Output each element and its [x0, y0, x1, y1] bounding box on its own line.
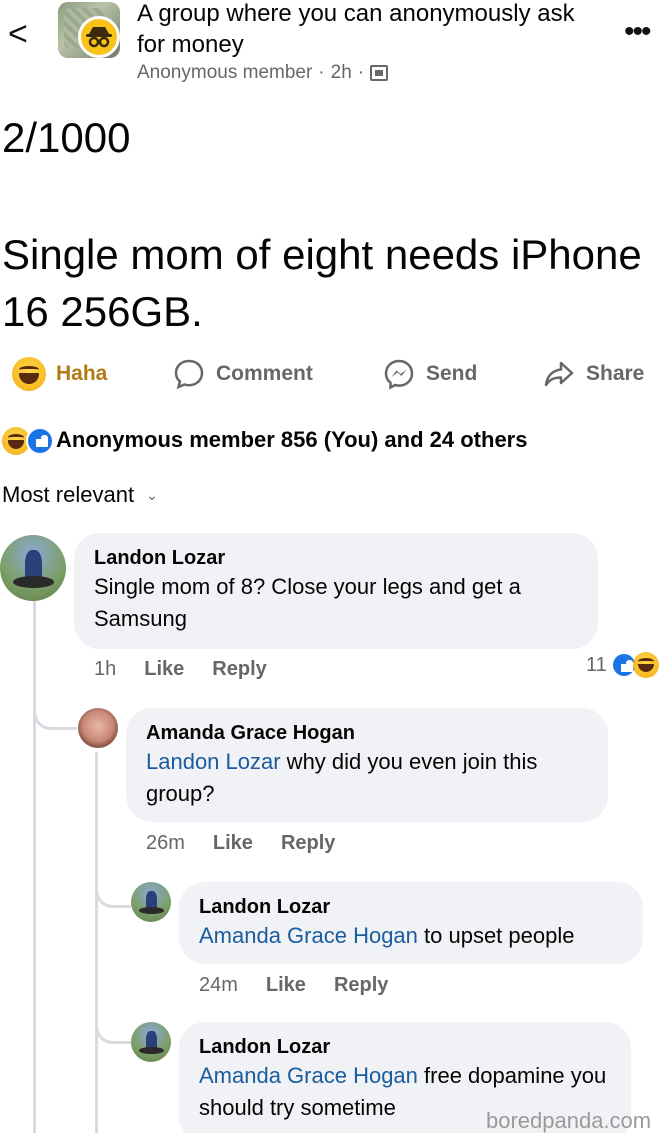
comment-sort-dropdown[interactable]: Most relevant ⌄ — [2, 482, 158, 508]
post-meta: Anonymous member · 2h · — [137, 62, 389, 84]
anonymous-icon — [78, 16, 120, 58]
share-icon — [544, 361, 574, 387]
group-name-link[interactable]: A group where you can anonymously ask fo… — [137, 0, 597, 60]
like-button[interactable]: Like — [266, 974, 306, 997]
mention-link[interactable]: Amanda Grace Hogan — [199, 923, 418, 948]
post-header: < A group where you can anonymously ask … — [0, 0, 666, 100]
avatar[interactable] — [0, 535, 66, 601]
commenter-name[interactable]: Landon Lozar — [199, 1034, 611, 1060]
avatar-bike — [139, 1046, 164, 1054]
reaction-icons — [0, 425, 56, 455]
send-button[interactable]: Send — [382, 352, 477, 396]
comment-bubble: Landon Lozar Amanda Grace Hogan to upset… — [179, 882, 643, 964]
post-count-text: 2/1000 — [2, 114, 131, 161]
comment-actions: 26m Like Reply — [146, 832, 335, 855]
watermark: boredpanda.com — [486, 1108, 652, 1133]
like-icon — [26, 427, 54, 455]
post-action-bar: Haha Comment Send Share — [0, 352, 666, 396]
mention-link[interactable]: Amanda Grace Hogan — [199, 1063, 418, 1088]
thread-elbow — [95, 1004, 131, 1044]
comment-time[interactable]: 24m — [199, 974, 238, 997]
group-icon — [370, 65, 389, 81]
thread-elbow — [95, 868, 131, 908]
more-options-button[interactable]: ••• — [624, 17, 651, 47]
avatar[interactable] — [78, 708, 118, 748]
comment-time[interactable]: 26m — [146, 832, 185, 855]
mention-link[interactable]: Landon Lozar — [146, 749, 281, 774]
post-text: Single mom of eight needs iPhone 16 256G… — [2, 231, 642, 335]
comment-reactions[interactable]: 11 — [586, 652, 659, 678]
author-name[interactable]: Anonymous member — [137, 62, 312, 84]
share-label: Share — [586, 362, 645, 385]
messenger-icon — [384, 359, 414, 390]
avatar-bike — [13, 575, 55, 588]
haha-icon — [12, 357, 46, 391]
comment-button[interactable]: Comment — [172, 352, 313, 396]
back-button[interactable]: < — [8, 14, 36, 54]
commenter-name[interactable]: Landon Lozar — [199, 894, 623, 920]
avatar[interactable] — [131, 1022, 171, 1062]
comment-icon — [174, 359, 204, 390]
haha-label: Haha — [56, 362, 108, 385]
chevron-down-icon: ⌄ — [146, 486, 158, 503]
thread-elbow — [33, 690, 77, 730]
thread-line-nested — [95, 752, 98, 1133]
comment-time[interactable]: 1h — [94, 658, 116, 681]
comment-text: Amanda Grace Hogan to upset people — [199, 920, 623, 952]
comment-text: Single mom of 8? Close your legs and get… — [94, 574, 521, 631]
comment-bubble: Landon Lozar Single mom of 8? Close your… — [74, 533, 598, 649]
post-time[interactable]: 2h — [331, 62, 352, 84]
reply-button[interactable]: Reply — [212, 658, 266, 681]
avatar-bike — [139, 906, 164, 914]
meta-separator: · — [318, 62, 325, 83]
like-button[interactable]: Like — [213, 832, 253, 855]
reply-button[interactable]: Reply — [334, 974, 388, 997]
commenter-name[interactable]: Amanda Grace Hogan — [146, 720, 588, 746]
comment-label: Comment — [216, 362, 313, 385]
comment-reaction-count: 11 — [586, 653, 607, 676]
sort-label: Most relevant — [2, 482, 135, 507]
haha-button[interactable]: Haha — [12, 352, 107, 396]
reactions-summary[interactable]: Anonymous member 856 (You) and 24 others — [0, 422, 527, 458]
send-label: Send — [426, 362, 478, 385]
like-button[interactable]: Like — [144, 658, 184, 681]
comment-actions: 24m Like Reply — [199, 974, 388, 997]
meta-separator-2: · — [357, 62, 365, 83]
commenter-name[interactable]: Landon Lozar — [94, 545, 578, 571]
reactions-summary-text: Anonymous member 856 (You) and 24 others — [56, 427, 528, 452]
comment-text-body: to upset people — [417, 923, 575, 948]
haha-icon — [632, 652, 659, 678]
comment-actions: 1h Like Reply — [94, 658, 267, 681]
thread-line — [33, 600, 36, 1133]
avatar[interactable] — [131, 882, 171, 922]
reply-button[interactable]: Reply — [281, 832, 335, 855]
comment-bubble: Amanda Grace Hogan Landon Lozar why did … — [126, 708, 608, 822]
share-button[interactable]: Share — [542, 352, 644, 396]
comment-text: Landon Lozar why did you even join this … — [146, 746, 588, 810]
